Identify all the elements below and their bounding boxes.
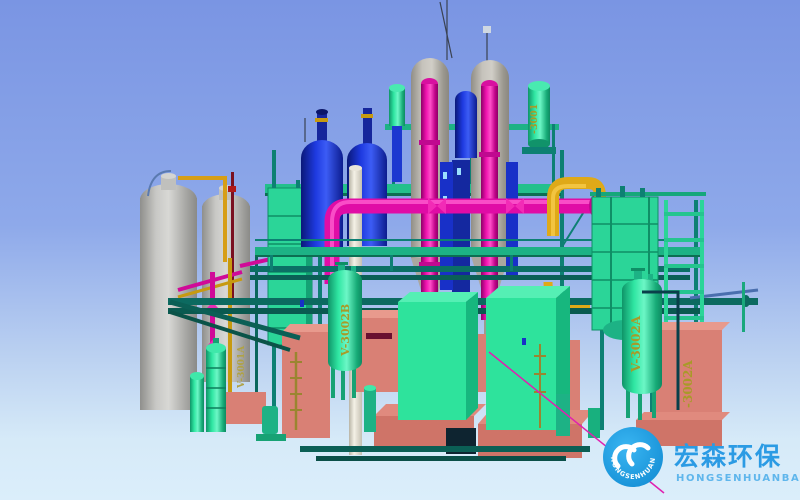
tag-cylinder-3001: -3001 (529, 104, 540, 134)
plant-scene-canvas: -3001 (0, 0, 800, 500)
tag-vessel-right: V-3002A (629, 315, 643, 373)
plant-3d-render: -3001 (0, 0, 800, 500)
tag-vessel-left: V-3002B (339, 304, 352, 357)
logo-chinese-name: 宏森环保 (674, 442, 782, 471)
logo-english-name: HONGSENHUANBAO (676, 473, 800, 484)
tag-pipe-right: -3002A (681, 360, 695, 408)
tag-small-left: V-3001A (237, 345, 247, 389)
